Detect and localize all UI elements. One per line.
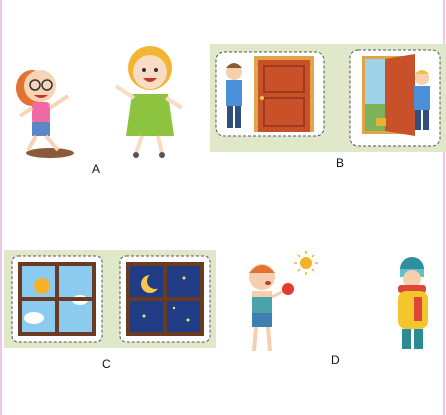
open-door-card (349, 49, 441, 147)
option-a-image[interactable] (10, 38, 190, 163)
mud-puddle (26, 148, 74, 158)
page-edge-left (0, 0, 2, 415)
fan-icon (282, 283, 294, 295)
sun-icon (34, 278, 50, 294)
hot-boy (249, 264, 294, 352)
sun-icon (294, 251, 318, 275)
closed-door-card (215, 51, 325, 137)
option-d-image[interactable] (232, 245, 440, 357)
door-open-close-illustration (210, 44, 446, 152)
hot-cold-illustration (249, 251, 428, 352)
option-d-label: D (331, 353, 340, 367)
option-b-label: B (336, 156, 345, 170)
girl-with-yellow-hair (114, 46, 184, 158)
happy-girls-illustration (16, 46, 184, 158)
option-c-label: C (102, 357, 111, 371)
night-window (119, 255, 211, 343)
day-night-window-illustration (4, 250, 216, 348)
option-a-label: A (92, 162, 101, 176)
option-c-image[interactable] (4, 250, 216, 348)
day-window (11, 255, 103, 343)
cold-person (398, 257, 428, 349)
girl-with-glasses (16, 70, 70, 152)
option-b-image[interactable] (210, 44, 446, 152)
